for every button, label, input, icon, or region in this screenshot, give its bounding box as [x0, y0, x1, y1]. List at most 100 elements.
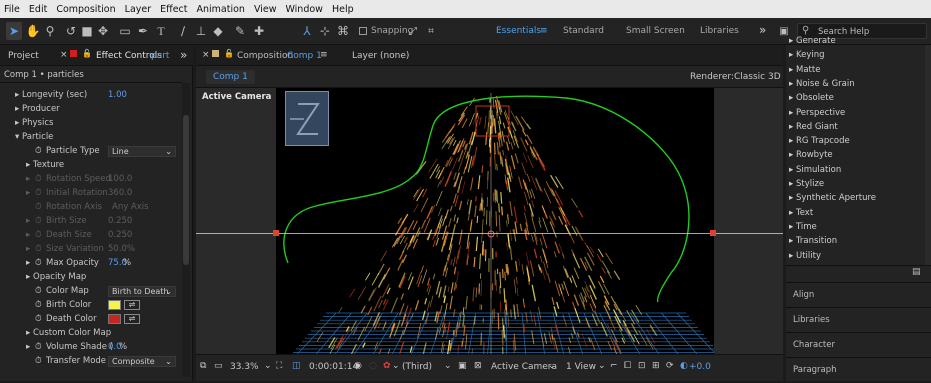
region-of-interest-icon[interactable]: ▣: [458, 361, 467, 371]
menu-window[interactable]: Window: [285, 4, 322, 15]
effect-controls-target[interactable]: part: [151, 51, 169, 61]
roto-brush-tool-icon[interactable]: ✎: [233, 22, 247, 40]
birth-color-swatch[interactable]: [108, 300, 121, 310]
tab-composition-name[interactable]: Comp 1: [287, 51, 322, 61]
snap-features-icon[interactable]: ⌗: [424, 22, 438, 40]
menu-composition[interactable]: Composition: [56, 4, 115, 15]
menu-layer[interactable]: Layer: [125, 4, 152, 15]
effect-category-noise-grain[interactable]: ▸ Noise & Grain: [789, 79, 855, 89]
menu-edit[interactable]: Edit: [29, 4, 47, 15]
stopwatch-icon[interactable]: ⏱: [35, 286, 42, 296]
effect-category-transition[interactable]: ▸ Transition: [789, 236, 837, 246]
stopwatch-icon[interactable]: ⏱: [35, 342, 42, 352]
expand-arrow-icon[interactable]: ▸: [15, 118, 19, 128]
camera-tool-icon[interactable]: ■: [80, 22, 94, 40]
chevron-down-icon[interactable]: ⌄: [444, 361, 452, 371]
expand-arrow-icon[interactable]: ▸: [15, 90, 19, 100]
effects-scrollbar[interactable]: [925, 45, 931, 265]
close-tab-icon[interactable]: ×: [202, 50, 210, 60]
exposure-icon[interactable]: ◐: [680, 361, 688, 371]
motion-path[interactable]: [284, 96, 689, 302]
views-layout-value[interactable]: 1 View: [566, 362, 596, 372]
clone-stamp-tool-icon[interactable]: ⊥: [194, 22, 208, 40]
pen-tool-icon[interactable]: ✒: [136, 22, 150, 40]
stopwatch-icon[interactable]: ⏱: [35, 300, 42, 310]
always-preview-icon[interactable]: ⧉: [200, 361, 206, 371]
scrollbar-thumb[interactable]: [183, 115, 189, 265]
tab-menu-icon[interactable]: ≡: [320, 50, 328, 60]
longevity-value[interactable]: 1.00: [108, 90, 127, 100]
effect-category-text[interactable]: ▸ Text: [789, 208, 813, 218]
rotate-tool-icon[interactable]: ↺: [64, 22, 78, 40]
transfer-mode-dropdown[interactable]: Composite⌄: [108, 356, 176, 367]
selection-tool-icon[interactable]: ➤: [6, 22, 22, 40]
effect-category-perspective[interactable]: ▸ Perspective: [789, 108, 845, 118]
effect-category-utility[interactable]: ▸ Utility: [789, 251, 821, 261]
workspaces-overflow-button[interactable]: »: [759, 23, 766, 37]
workspace-standard[interactable]: Standard: [563, 26, 604, 36]
brush-tool-icon[interactable]: ∕: [176, 22, 190, 40]
zoom-tool-icon[interactable]: ⚲: [43, 22, 57, 40]
effect-category-stylize[interactable]: ▸ Stylize: [789, 179, 824, 189]
show-snapshot-icon[interactable]: ◌: [369, 361, 377, 371]
snap-edges-icon[interactable]: ⤢: [406, 22, 420, 40]
menu-animation[interactable]: Animation: [197, 4, 245, 15]
comp-flowchart-icon[interactable]: ⊞: [652, 361, 660, 371]
renderer-value[interactable]: Classic 3D: [734, 72, 781, 82]
toggle-pixel-aspect-icon[interactable]: ⌐: [610, 361, 618, 371]
effect-category-simulation[interactable]: ▸ Simulation: [789, 165, 841, 175]
expand-arrow-icon[interactable]: ▸: [15, 104, 19, 114]
effect-category-keying[interactable]: ▸ Keying: [789, 50, 825, 60]
effect-category-red-giant[interactable]: ▸ Red Giant: [789, 122, 838, 132]
zoom-value[interactable]: 33.3%: [230, 362, 259, 372]
stopwatch-icon[interactable]: ⏱: [35, 146, 42, 156]
composition-frame[interactable]: [276, 88, 714, 354]
eyedropper-icon[interactable]: ⇌: [124, 300, 140, 310]
close-tab-icon[interactable]: ×: [60, 50, 68, 60]
tab-layer[interactable]: Layer (none): [352, 51, 409, 61]
menu-view[interactable]: View: [254, 4, 277, 15]
monitor-icon[interactable]: ▭: [214, 361, 223, 371]
paragraph-panel-header[interactable]: Paragraph: [786, 357, 931, 382]
composition-canvas-area[interactable]: Active Camera: [196, 88, 783, 354]
chevron-down-icon[interactable]: ⌄: [264, 361, 272, 371]
menu-file[interactable]: File: [4, 4, 20, 15]
snapping-checkbox[interactable]: [358, 22, 368, 40]
stopwatch-icon[interactable]: ⏱: [35, 356, 42, 366]
tab-composition[interactable]: Composition: [237, 51, 293, 61]
workspace-small-screen[interactable]: Small Screen: [626, 26, 685, 36]
pan-behind-tool-icon[interactable]: ✥: [96, 22, 110, 40]
view-axis-icon[interactable]: ⌘: [336, 22, 350, 40]
resolution-value[interactable]: (Third): [402, 362, 432, 372]
chevron-down-icon[interactable]: ⌄: [392, 361, 400, 371]
stopwatch-icon[interactable]: ⏱: [35, 314, 42, 324]
stopwatch-icon[interactable]: ⏱: [35, 258, 42, 268]
reset-exposure-icon[interactable]: ⟳: [666, 361, 674, 371]
menu-help[interactable]: Help: [332, 4, 354, 15]
new-item-icon[interactable]: ▤: [912, 267, 921, 277]
tab-project[interactable]: Project: [8, 51, 39, 61]
scrollbar-track[interactable]: [182, 83, 190, 377]
transparency-grid-icon[interactable]: ⊠: [474, 361, 482, 371]
guide-handle[interactable]: [710, 230, 716, 236]
hand-tool-icon[interactable]: ✋: [26, 22, 40, 40]
expand-arrow-icon[interactable]: ▸: [26, 272, 30, 282]
collapse-arrow-icon[interactable]: ▾: [15, 132, 19, 142]
snapshot-icon[interactable]: ◉: [354, 361, 362, 371]
rectangle-tool-icon[interactable]: ▭: [118, 22, 132, 40]
eyedropper-icon[interactable]: ⇌: [124, 314, 140, 324]
timecode[interactable]: 0:00:01:14: [309, 362, 358, 372]
effect-category-rowbyte[interactable]: ▸ Rowbyte: [789, 150, 833, 160]
guide-handle[interactable]: [273, 230, 279, 236]
type-tool-icon[interactable]: T: [154, 22, 168, 40]
death-color-swatch[interactable]: [108, 314, 121, 324]
effect-category-synthetic-aperture[interactable]: ▸ Synthetic Aperture: [789, 193, 876, 203]
expand-arrow-icon[interactable]: ▸: [26, 258, 30, 268]
color-map-dropdown[interactable]: Birth to Death⌄: [108, 286, 176, 297]
timeline-icon[interactable]: ⊡: [638, 361, 646, 371]
effect-category-matte[interactable]: ▸ Matte: [789, 65, 820, 75]
workspace-menu-icon[interactable]: ≡: [540, 26, 548, 36]
channel-icon[interactable]: ✿: [383, 361, 391, 371]
lock-icon[interactable]: 🔓: [224, 49, 234, 58]
eraser-tool-icon[interactable]: ◆: [211, 22, 225, 40]
